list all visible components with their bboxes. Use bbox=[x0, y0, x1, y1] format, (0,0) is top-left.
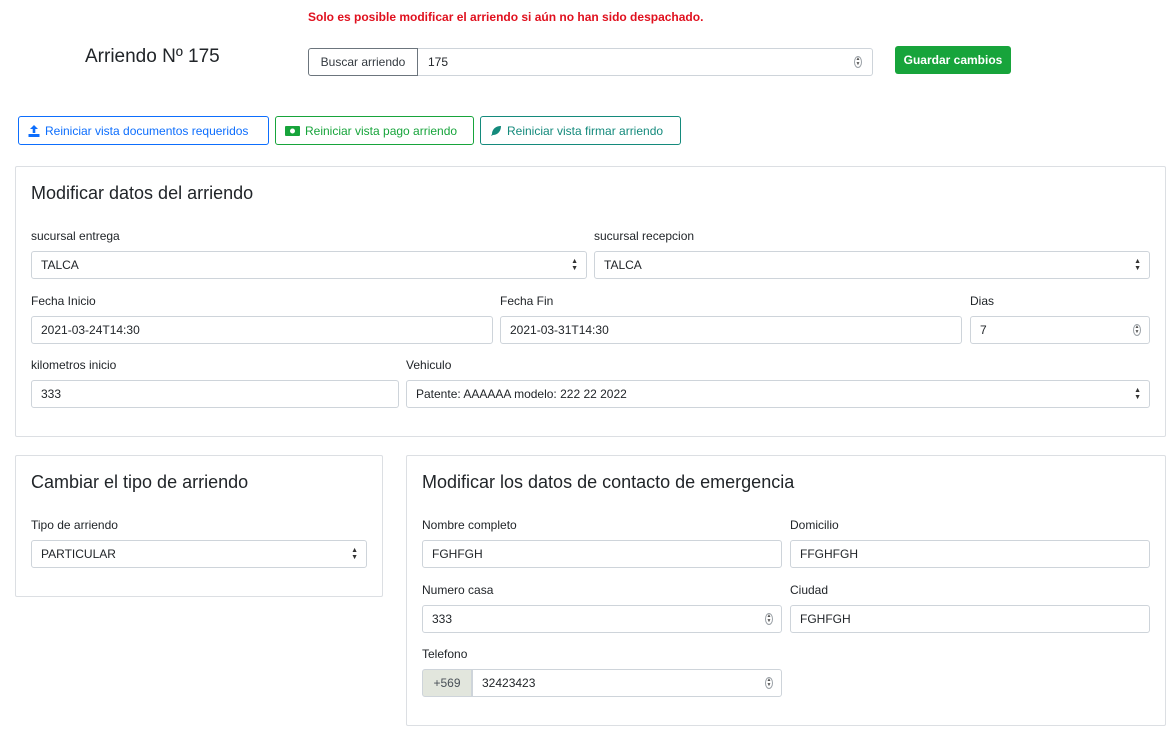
end-date-value: 2021-03-31T14:30 bbox=[510, 323, 609, 337]
rental-type-title: Cambiar el tipo de arriendo bbox=[31, 472, 249, 492]
city-label: Ciudad bbox=[790, 583, 829, 597]
full-name-input[interactable]: FGHFGH bbox=[422, 540, 782, 568]
rental-type-card: Cambiar el tipo de arriendo Tipo de arri… bbox=[15, 455, 383, 597]
number-stepper-icon[interactable]: ▲ ▼ bbox=[1133, 324, 1141, 336]
money-bill-icon bbox=[285, 125, 300, 136]
address-input[interactable]: FFGHFGH bbox=[790, 540, 1150, 568]
rental-data-title: Modificar datos del arriendo bbox=[31, 183, 254, 203]
reset-documents-label: Reiniciar vista documentos requeridos bbox=[45, 123, 249, 138]
address-label: Domicilio bbox=[790, 518, 839, 532]
select-arrows-icon: ▲ ▼ bbox=[571, 258, 578, 272]
km-start-input[interactable]: 333 bbox=[31, 380, 399, 408]
page-title: Arriendo Nº 175 bbox=[85, 46, 220, 67]
branch-delivery-value: TALCA bbox=[41, 258, 79, 272]
rental-type-value: PARTICULAR bbox=[41, 547, 116, 561]
km-start-value: 333 bbox=[41, 387, 62, 401]
start-date-value: 2021-03-24T14:30 bbox=[41, 323, 140, 337]
address-value: FFGHFGH bbox=[800, 547, 858, 561]
reset-payment-view-button[interactable]: Reiniciar vista pago arriendo bbox=[275, 116, 474, 145]
select-arrows-icon: ▲ ▼ bbox=[1134, 387, 1141, 401]
full-name-value: FGHFGH bbox=[432, 547, 483, 561]
house-number-value: 333 bbox=[432, 612, 453, 626]
phone-input[interactable]: 32423423 ▲ ▼ bbox=[472, 669, 782, 697]
reset-sign-view-button[interactable]: Reiniciar vista firmar arriendo bbox=[480, 116, 681, 145]
feather-icon bbox=[490, 125, 502, 137]
city-input[interactable]: FGHFGH bbox=[790, 605, 1150, 633]
branch-delivery-label: sucursal entrega bbox=[31, 229, 120, 243]
km-start-label: kilometros inicio bbox=[31, 358, 117, 372]
rental-type-select[interactable]: PARTICULAR ▲ ▼ bbox=[31, 540, 367, 568]
vehicle-value: Patente: AAAAAA modelo: 222 22 2022 bbox=[416, 387, 627, 401]
branch-reception-value: TALCA bbox=[604, 258, 642, 272]
rental-data-card: Modificar datos del arriendo sucursal en… bbox=[15, 166, 1166, 437]
vehicle-select[interactable]: Patente: AAAAAA modelo: 222 22 2022 ▲ ▼ bbox=[406, 380, 1150, 408]
days-label: Dias bbox=[970, 294, 995, 308]
search-rental-button[interactable]: Buscar arriendo bbox=[308, 48, 418, 76]
emergency-contact-title: Modificar los datos de contacto de emerg… bbox=[422, 472, 795, 492]
rental-type-label: Tipo de arriendo bbox=[31, 518, 118, 532]
days-input[interactable]: 7 ▲ ▼ bbox=[970, 316, 1150, 344]
vehicle-label: Vehiculo bbox=[406, 358, 452, 372]
house-number-input[interactable]: 333 ▲ ▼ bbox=[422, 605, 782, 633]
start-date-input[interactable]: 2021-03-24T14:30 bbox=[31, 316, 493, 344]
branch-delivery-select[interactable]: TALCA ▲ ▼ bbox=[31, 251, 587, 279]
phone-value: 32423423 bbox=[482, 676, 536, 690]
select-arrows-icon: ▲ ▼ bbox=[351, 547, 358, 561]
number-stepper-icon[interactable]: ▲ ▼ bbox=[765, 613, 773, 625]
phone-prefix-addon: +569 bbox=[422, 669, 472, 697]
reset-sign-label: Reiniciar vista firmar arriendo bbox=[507, 123, 664, 138]
rental-number-value: 175 bbox=[428, 55, 449, 69]
end-date-label: Fecha Fin bbox=[500, 294, 554, 308]
days-value: 7 bbox=[980, 323, 987, 337]
reset-documents-view-button[interactable]: Reiniciar vista documentos requeridos bbox=[18, 116, 269, 145]
end-date-input[interactable]: 2021-03-31T14:30 bbox=[500, 316, 962, 344]
phone-label: Telefono bbox=[422, 647, 468, 661]
number-stepper-icon[interactable]: ▲ ▼ bbox=[765, 677, 773, 689]
branch-reception-label: sucursal recepcion bbox=[594, 229, 695, 243]
full-name-label: Nombre completo bbox=[422, 518, 517, 532]
reset-payment-label: Reiniciar vista pago arriendo bbox=[305, 123, 458, 138]
search-rental-group: Buscar arriendo 175 ▲ ▼ bbox=[308, 48, 873, 76]
number-stepper-icon[interactable]: ▲ ▼ bbox=[854, 56, 862, 68]
upload-icon bbox=[28, 124, 40, 137]
city-value: FGHFGH bbox=[800, 612, 851, 626]
emergency-contact-card: Modificar los datos de contacto de emerg… bbox=[406, 455, 1166, 726]
branch-reception-select[interactable]: TALCA ▲ ▼ bbox=[594, 251, 1150, 279]
save-changes-button[interactable]: Guardar cambios bbox=[895, 46, 1011, 74]
rental-number-input[interactable]: 175 ▲ ▼ bbox=[418, 48, 873, 76]
house-number-label: Numero casa bbox=[422, 583, 494, 597]
start-date-label: Fecha Inicio bbox=[31, 294, 96, 308]
dispatch-warning-notice: Solo es posible modificar el arriendo si… bbox=[308, 10, 704, 24]
select-arrows-icon: ▲ ▼ bbox=[1134, 258, 1141, 272]
